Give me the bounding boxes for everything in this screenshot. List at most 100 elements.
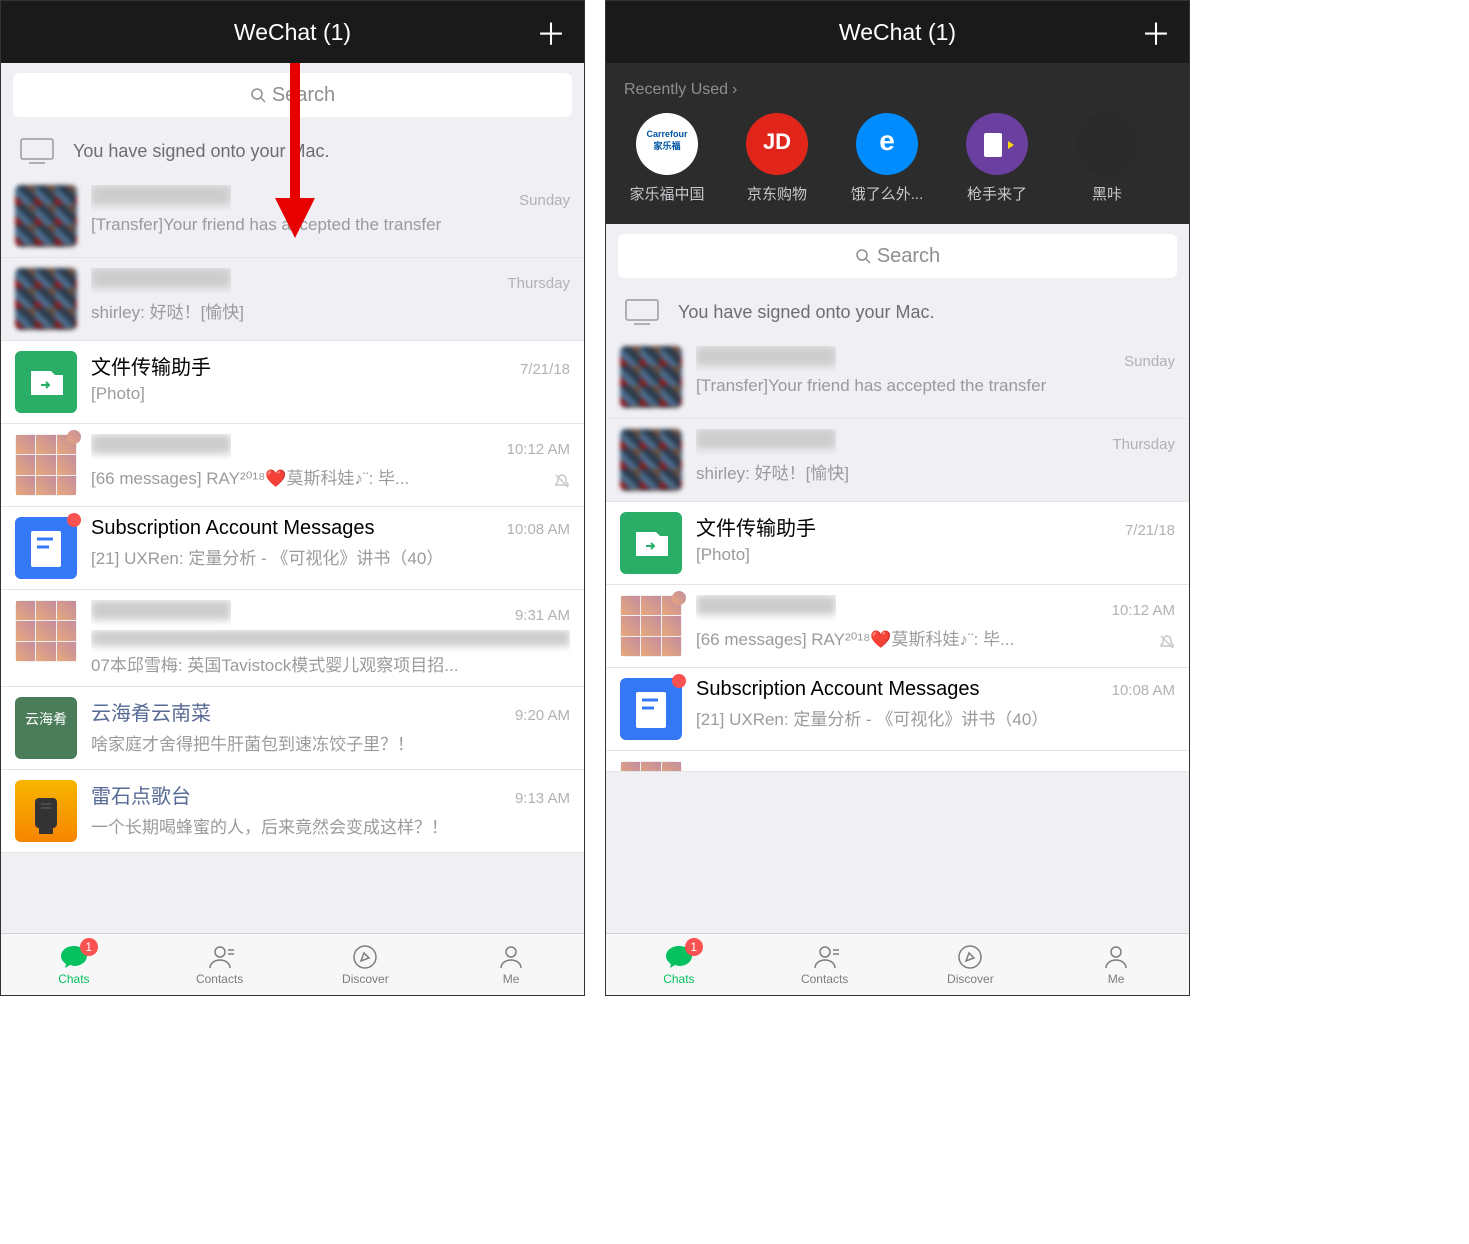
- chat-avatar: [15, 600, 77, 662]
- contacts-icon: [206, 944, 234, 970]
- chat-time: 7/21/18: [1125, 522, 1175, 539]
- recently-used-header[interactable]: Recently Used ›: [624, 81, 1171, 99]
- search-input[interactable]: Search: [618, 234, 1177, 278]
- chevron-right-icon: ›: [732, 81, 737, 99]
- chat-body: Sunday[Transfer]Your friend has accepted…: [91, 185, 570, 247]
- chat-row[interactable]: 文件传输助手 7/21/18 [Photo]: [1, 341, 584, 424]
- chat-name: 文件传输助手: [696, 512, 816, 541]
- search-input[interactable]: Search: [13, 73, 572, 117]
- chat-row[interactable]: 云海肴云海肴云南菜9:20 AM啥家庭才舍得把牛肝菌包到速冻饺子里？！: [1, 687, 584, 770]
- tab-discover[interactable]: Discover: [898, 934, 1044, 995]
- tab-discover[interactable]: Discover: [293, 934, 439, 995]
- chat-body: Thursdayshirley: 好哒！[愉快]: [91, 268, 570, 330]
- chat-avatar: [620, 429, 682, 491]
- nav-title: WeChat (1): [839, 19, 956, 46]
- mac-signin-bar[interactable]: You have signed onto your Mac.: [1, 127, 584, 175]
- chat-name: Subscription Account Messages: [91, 517, 375, 540]
- chat-row[interactable]: 10:12 AM[66 messages] RAY²⁰¹⁸❤️莫斯科娃♪¨: 毕…: [606, 585, 1189, 668]
- search-icon: [250, 87, 266, 103]
- tab-chats[interactable]: 1 Chats: [606, 934, 752, 995]
- nav-title: WeChat (1): [234, 19, 351, 46]
- chat-row[interactable]: Sunday[Transfer]Your friend has accepted…: [1, 175, 584, 258]
- search-placeholder: Search: [272, 84, 335, 107]
- mini-program[interactable]: 黑咔: [1064, 113, 1150, 204]
- chat-preview: shirley: 好哒！[愉快]: [91, 298, 570, 323]
- chat-time: 10:12 AM: [507, 441, 570, 458]
- chat-body: 雷石点歌台9:13 AM一个长期喝蜂蜜的人，后来竟然会变成这样？！: [91, 780, 570, 842]
- chat-row[interactable]: 10:12 AM[66 messages] RAY²⁰¹⁸❤️莫斯科娃♪¨: 毕…: [1, 424, 584, 507]
- chat-name: 文件传输助手: [91, 351, 211, 380]
- chat-time: 7/21/18: [520, 361, 570, 378]
- tab-badge: 1: [685, 938, 703, 956]
- tab-me[interactable]: Me: [438, 934, 584, 995]
- app-name: 饿了么外...: [851, 183, 924, 204]
- chat-row[interactable]: Subscription Account Messages10:08 AM[21…: [1, 507, 584, 590]
- tab-contacts[interactable]: Contacts: [147, 934, 293, 995]
- mini-program[interactable]: Carrefour家乐福家乐福中国: [624, 113, 710, 204]
- app-icon: e: [856, 113, 918, 175]
- tab-chats[interactable]: 1 Chats: [1, 934, 147, 995]
- tab-label: Contacts: [801, 972, 848, 986]
- unread-badge: [67, 430, 81, 444]
- chat-name: [91, 268, 231, 294]
- chat-row[interactable]: 9:31 AM07本邱雪梅: 英国Tavistock模式婴儿观察项目招...: [1, 590, 584, 687]
- mac-signin-bar[interactable]: You have signed onto your Mac.: [606, 288, 1189, 336]
- chat-time: 10:08 AM: [507, 521, 570, 538]
- chat-body: 文件传输助手7/21/18[Photo]: [696, 512, 1175, 574]
- app-icon: Carrefour家乐福: [636, 113, 698, 175]
- add-icon[interactable]: ＋: [536, 10, 566, 54]
- chat-row[interactable]: Sunday[Transfer]Your friend has accepted…: [606, 336, 1189, 419]
- compass-icon: [352, 944, 378, 970]
- chat-preview: shirley: 好哒！[愉快]: [696, 459, 1175, 484]
- tab-badge: 1: [80, 938, 98, 956]
- tab-label: Contacts: [196, 972, 243, 986]
- chat-row[interactable]: [606, 751, 1189, 772]
- chat-avatar: [15, 351, 77, 413]
- chat-preview: 07本邱雪梅: 英国Tavistock模式婴儿观察项目招...: [91, 630, 570, 676]
- chat-preview: 啥家庭才舍得把牛肝菌包到速冻饺子里？！: [91, 730, 570, 755]
- chat-preview: [Photo]: [91, 384, 570, 404]
- mac-signin-text: You have signed onto your Mac.: [73, 141, 330, 162]
- phone-right: WeChat (1) ＋ Recently Used › Carrefour家乐…: [605, 0, 1190, 996]
- chat-body: 9:31 AM07本邱雪梅: 英国Tavistock模式婴儿观察项目招...: [91, 600, 570, 676]
- chat-row[interactable]: Thursdayshirley: 好哒！[愉快]: [1, 258, 584, 341]
- search-icon: [855, 248, 871, 264]
- chat-time: Sunday: [519, 192, 570, 209]
- tab-label: Chats: [663, 972, 694, 986]
- chat-avatar: [15, 185, 77, 247]
- navbar: WeChat (1) ＋: [1, 1, 584, 63]
- chat-body: 10:12 AM[66 messages] RAY²⁰¹⁸❤️莫斯科娃♪¨: 毕…: [696, 595, 1175, 657]
- chat-name: 云海肴云南菜: [91, 697, 211, 726]
- mute-icon: [554, 473, 570, 494]
- mini-program[interactable]: JD京东购物: [734, 113, 820, 204]
- chat-body: Thursdayshirley: 好哒！[愉快]: [696, 429, 1175, 491]
- recently-used-label: Recently Used: [624, 81, 728, 99]
- chat-row[interactable]: 文件传输助手7/21/18[Photo]: [606, 502, 1189, 585]
- mute-icon: [1159, 634, 1175, 655]
- search-wrap: Search: [606, 224, 1189, 288]
- chat-row[interactable]: 雷石点歌台9:13 AM一个长期喝蜂蜜的人，后来竟然会变成这样？！: [1, 770, 584, 853]
- chat-time: 9:13 AM: [515, 790, 570, 807]
- chat-preview: [66 messages] RAY²⁰¹⁸❤️莫斯科娃♪¨: 毕...: [696, 625, 1175, 650]
- tab-contacts[interactable]: Contacts: [752, 934, 898, 995]
- mini-program[interactable]: 枪手来了: [954, 113, 1040, 204]
- chat-row[interactable]: Thursdayshirley: 好哒！[愉快]: [606, 419, 1189, 502]
- chat-body: Sunday[Transfer]Your friend has accepted…: [696, 346, 1175, 408]
- app-name: 黑咔: [1092, 183, 1122, 204]
- chat-avatar: [620, 595, 682, 657]
- chat-avatar: [15, 517, 77, 579]
- recent-apps-row[interactable]: Carrefour家乐福家乐福中国 JD京东购物 e 饿了么外... 枪手来了黑咔: [624, 113, 1171, 204]
- tab-label: Discover: [947, 972, 994, 986]
- chat-list-right: Sunday[Transfer]Your friend has accepted…: [606, 336, 1189, 772]
- chat-row[interactable]: Subscription Account Messages10:08 AM[21…: [606, 668, 1189, 751]
- chat-body: 云海肴云南菜9:20 AM啥家庭才舍得把牛肝菌包到速冻饺子里？！: [91, 697, 570, 759]
- chat-name: 雷石点歌台: [91, 780, 191, 809]
- chat-avatar: [15, 434, 77, 496]
- tab-label: Chats: [58, 972, 89, 986]
- add-icon[interactable]: ＋: [1141, 10, 1171, 54]
- mini-program[interactable]: e 饿了么外...: [844, 113, 930, 204]
- chat-avatar: [15, 780, 77, 842]
- recently-used-panel: Recently Used › Carrefour家乐福家乐福中国 JD京东购物 e…: [606, 63, 1189, 224]
- tab-me[interactable]: Me: [1043, 934, 1189, 995]
- app-name: 京东购物: [747, 183, 807, 204]
